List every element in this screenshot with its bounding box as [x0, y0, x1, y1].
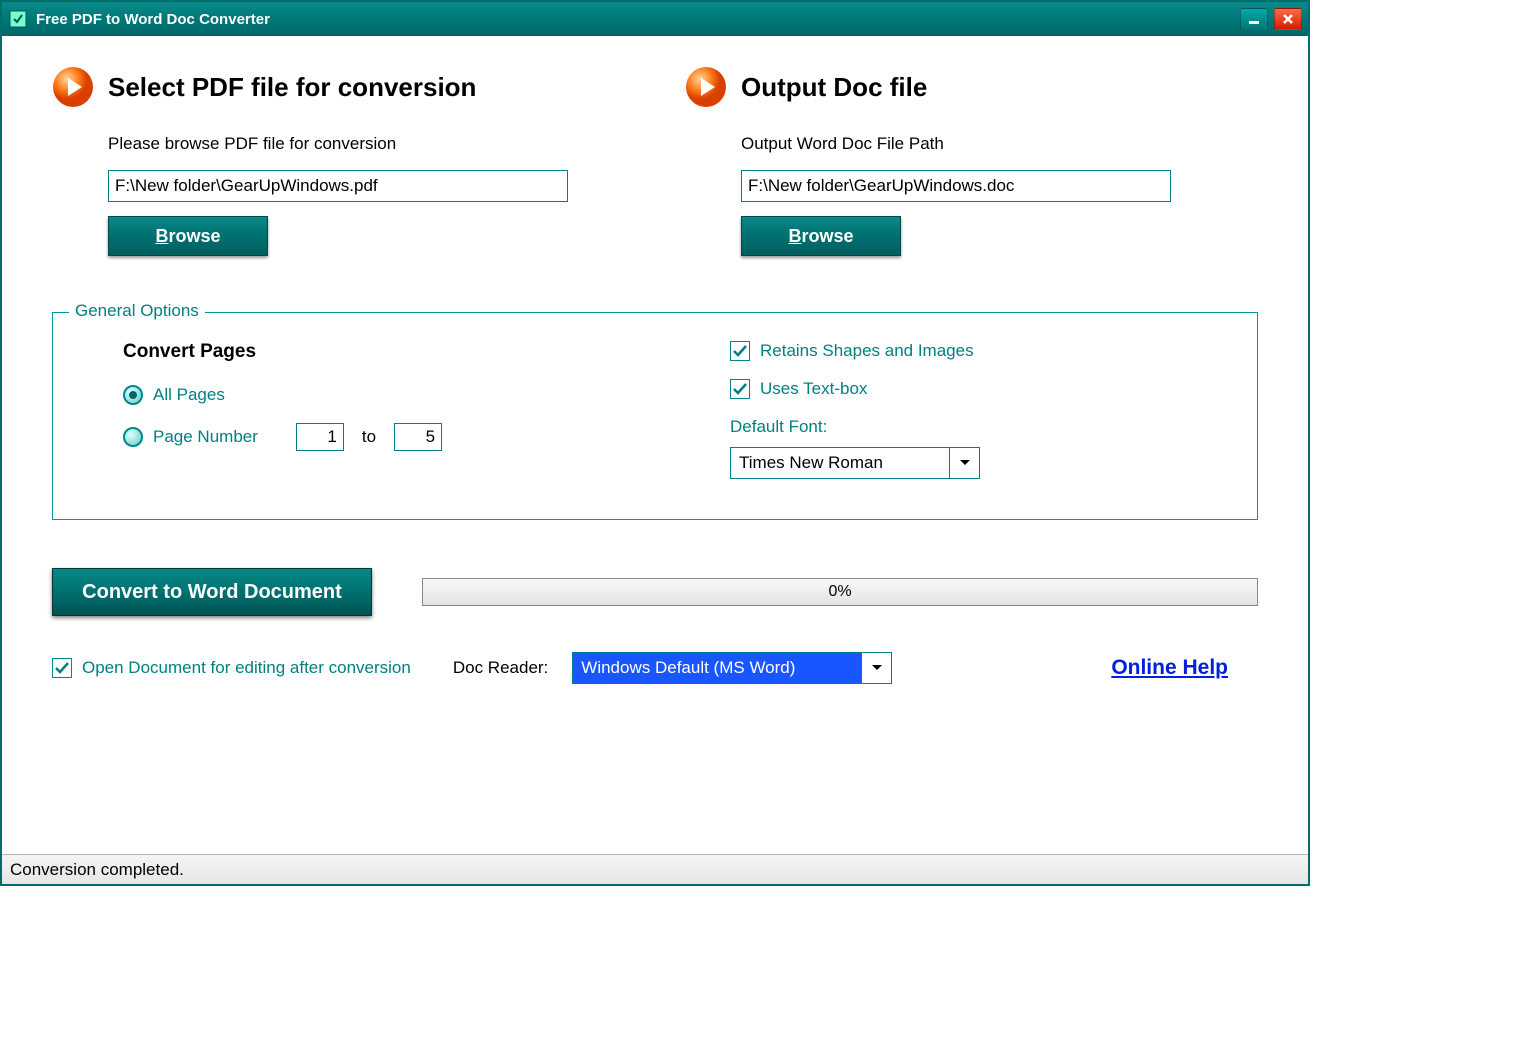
browse-label-rest: rowse	[168, 226, 220, 246]
all-pages-label: All Pages	[153, 385, 225, 405]
all-pages-radio[interactable]	[123, 385, 143, 405]
page-number-radio-row: Page Number to	[123, 423, 610, 451]
convert-pages-column: Convert Pages All Pages Page Number to	[123, 341, 610, 479]
page-number-label: Page Number	[153, 427, 258, 447]
uses-textbox-label: Uses Text-box	[760, 379, 867, 399]
output-heading: Output Doc file	[741, 72, 927, 103]
page-number-radio[interactable]	[123, 427, 143, 447]
doc-reader-combo[interactable]: Windows Default (MS Word)	[572, 652, 892, 684]
open-after-row: Open Document for editing after conversi…	[52, 658, 411, 678]
open-after-label: Open Document for editing after conversi…	[82, 658, 411, 678]
output-panel: Output Doc file Output Word Doc File Pat…	[685, 66, 1258, 256]
uses-textbox-checkbox[interactable]	[730, 379, 750, 399]
arrow-circle-icon	[685, 66, 727, 108]
convert-button[interactable]: Convert to Word Document	[52, 568, 372, 616]
retain-shapes-label: Retains Shapes and Images	[760, 341, 974, 361]
minimize-button[interactable]	[1240, 8, 1268, 30]
convert-row: Convert to Word Document 0%	[52, 568, 1258, 616]
app-window: Free PDF to Word Doc Converter	[0, 0, 1310, 886]
arrow-circle-icon	[52, 66, 94, 108]
status-bar: Conversion completed.	[2, 854, 1308, 884]
page-to-input[interactable]	[394, 423, 442, 451]
page-to-label: to	[362, 427, 376, 447]
online-help-link[interactable]: Online Help	[1111, 656, 1228, 680]
page-from-input[interactable]	[296, 423, 344, 451]
chevron-down-icon	[959, 459, 971, 467]
bottom-row: Open Document for editing after conversi…	[52, 652, 1258, 684]
default-font-combo[interactable]: Times New Roman	[730, 447, 980, 479]
titlebar-title: Free PDF to Word Doc Converter	[36, 11, 1240, 28]
format-options-column: Retains Shapes and Images Uses Text-box …	[730, 341, 1217, 479]
input-browse-button[interactable]: Browse	[108, 216, 268, 256]
input-path-field[interactable]	[108, 170, 568, 202]
open-after-checkbox[interactable]	[52, 658, 72, 678]
input-panel: Select PDF file for conversion Please br…	[52, 66, 625, 256]
input-heading: Select PDF file for conversion	[108, 72, 476, 103]
chevron-down-icon	[871, 664, 883, 672]
progress-text: 0%	[828, 583, 851, 601]
doc-reader-value: Windows Default (MS Word)	[573, 653, 861, 683]
close-button[interactable]	[1274, 8, 1302, 30]
progress-bar: 0%	[422, 578, 1258, 606]
general-options-group: General Options Convert Pages All Pages …	[52, 312, 1258, 520]
app-icon	[8, 9, 28, 29]
doc-reader-dropdown-button[interactable]	[861, 653, 891, 683]
retain-shapes-row: Retains Shapes and Images	[730, 341, 1217, 361]
convert-pages-title: Convert Pages	[123, 341, 610, 363]
output-label: Output Word Doc File Path	[741, 134, 1258, 154]
titlebar: Free PDF to Word Doc Converter	[2, 2, 1308, 36]
default-font-dropdown-button[interactable]	[949, 448, 979, 478]
default-font-label: Default Font:	[730, 417, 1217, 437]
all-pages-radio-row: All Pages	[123, 385, 610, 405]
general-options-legend: General Options	[69, 301, 205, 321]
default-font-value: Times New Roman	[731, 448, 949, 478]
window-controls	[1240, 8, 1302, 30]
uses-textbox-row: Uses Text-box	[730, 379, 1217, 399]
output-path-field[interactable]	[741, 170, 1171, 202]
output-browse-button[interactable]: Browse	[741, 216, 901, 256]
content-area: Select PDF file for conversion Please br…	[2, 36, 1308, 854]
doc-reader-label: Doc Reader:	[453, 658, 548, 678]
top-panels: Select PDF file for conversion Please br…	[52, 66, 1258, 256]
input-label: Please browse PDF file for conversion	[108, 134, 625, 154]
retain-shapes-checkbox[interactable]	[730, 341, 750, 361]
status-text: Conversion completed.	[10, 860, 184, 880]
